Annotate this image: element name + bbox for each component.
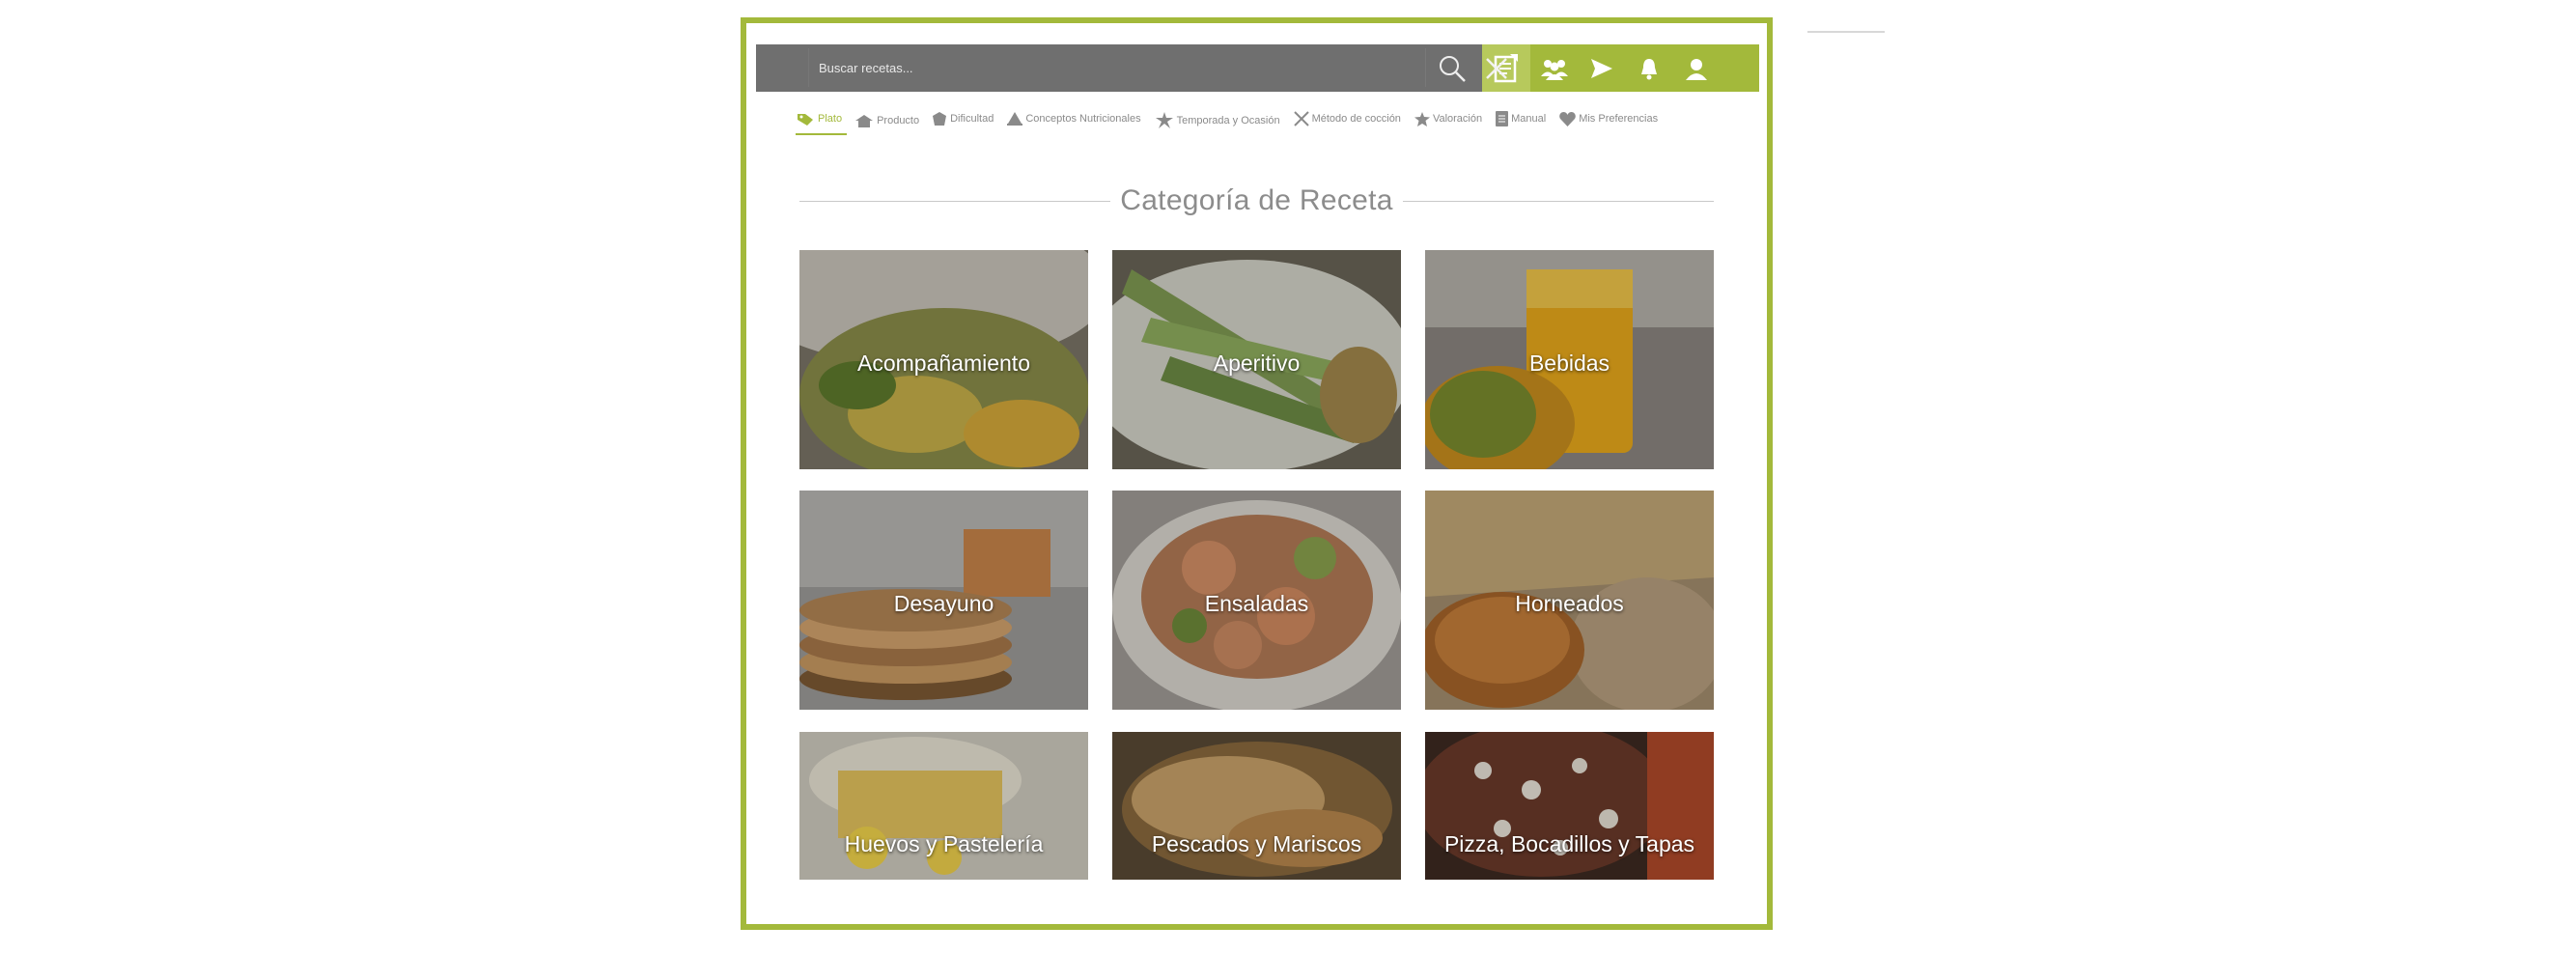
nav-item-conceptos-nutricionales[interactable]: Conceptos Nutricionales: [1005, 106, 1145, 133]
category-label: Horneados: [1515, 591, 1624, 616]
header-bar: [756, 44, 1759, 92]
nav-item-plato[interactable]: Plato: [796, 106, 848, 135]
community-button[interactable]: [1530, 44, 1578, 92]
search-button[interactable]: [1430, 44, 1474, 92]
category-image: [1425, 732, 1714, 880]
nav-item-label: Producto: [877, 115, 920, 126]
category-tile-horneados[interactable]: Horneados: [1425, 491, 1714, 710]
nav-item-label: Dificultad: [950, 113, 994, 125]
nav-item-temporada-ocasion[interactable]: Temporada y Ocasión: [1153, 106, 1285, 135]
nutrition-icon: [1007, 112, 1023, 126]
clear-search-button[interactable]: [1474, 44, 1519, 92]
heading-divider-right: [1402, 200, 1715, 202]
nav-item-dificultad[interactable]: Dificultad: [931, 106, 998, 133]
nav-item-label: Mis Preferencias: [1579, 113, 1659, 125]
season-icon: [1155, 112, 1173, 128]
search-icon: [1440, 55, 1466, 82]
category-tile-acompanamiento[interactable]: Acompañamiento: [799, 250, 1088, 469]
manual-icon: [1496, 111, 1509, 126]
section-heading: Categoría de Receta: [799, 184, 1715, 217]
heart-icon: [1559, 111, 1576, 126]
nav-item-label: Conceptos Nutricionales: [1025, 113, 1141, 125]
nav-item-label: Valoración: [1432, 113, 1483, 125]
nav-item-valoracion[interactable]: Valoración: [1413, 106, 1487, 133]
category-image: [1112, 732, 1401, 880]
search-bar: [756, 44, 1507, 92]
category-label: Desayuno: [893, 591, 994, 616]
top-divider: [1807, 31, 1885, 33]
product-icon: [855, 114, 874, 127]
bell-icon: [1640, 58, 1657, 79]
category-label: Pescados y Mariscos: [1151, 831, 1362, 856]
user-button[interactable]: [1672, 44, 1720, 92]
category-label: Bebidas: [1528, 351, 1610, 376]
category-tile-pescados-mariscos[interactable]: Pescados y Mariscos: [1112, 732, 1401, 880]
nav-item-label: Manual: [1511, 113, 1547, 125]
send-icon: [1590, 58, 1612, 78]
nav-item-producto[interactable]: Producto: [854, 106, 924, 135]
nav-item-manual[interactable]: Manual: [1494, 106, 1551, 133]
category-tile-desayuno[interactable]: Desayuno: [799, 491, 1088, 710]
utensils-icon: [1293, 111, 1309, 126]
heading-divider-left: [799, 200, 1111, 202]
nav-item-label: Método de cocción: [1311, 113, 1401, 125]
close-icon: [1486, 57, 1507, 79]
nav-item-label: Temporada y Ocasión: [1176, 115, 1280, 126]
category-tile-aperitivo[interactable]: Aperitivo: [1112, 250, 1401, 469]
category-tile-pizza-bocadillos-tapas[interactable]: Pizza, Bocadillos y Tapas: [1425, 732, 1714, 880]
app-frame: Plato Producto Dificultad Conceptos Nutr…: [741, 17, 1773, 930]
search-input[interactable]: [808, 48, 1426, 87]
category-tile-bebidas[interactable]: Bebidas: [1425, 250, 1714, 469]
community-icon: [1540, 59, 1568, 80]
tag-icon: [798, 113, 813, 126]
category-label: Ensaladas: [1204, 591, 1309, 616]
category-image: [799, 732, 1088, 880]
category-label: Aperitivo: [1213, 351, 1301, 376]
category-tile-ensaladas[interactable]: Ensaladas: [1112, 491, 1401, 710]
category-label: Huevos y Pastelería: [844, 831, 1044, 856]
user-icon: [1685, 58, 1707, 80]
nav-item-label: Plato: [818, 113, 843, 125]
category-tile-huevos-pasteleria[interactable]: Huevos y Pastelería: [799, 732, 1088, 880]
category-label: Acompañamiento: [857, 351, 1030, 376]
star-icon: [1414, 111, 1430, 126]
send-button[interactable]: [1578, 44, 1625, 92]
nav-item-metodo-coccion[interactable]: Método de cocción: [1292, 106, 1406, 133]
notifications-button[interactable]: [1625, 44, 1672, 92]
category-filter-nav: Plato Producto Dificultad Conceptos Nutr…: [796, 106, 1669, 139]
nav-item-mis-preferencias[interactable]: Mis Preferencias: [1557, 106, 1663, 133]
category-label: Pizza, Bocadillos y Tapas: [1443, 831, 1695, 856]
header-actions: [1482, 44, 1759, 92]
page-title: Categoría de Receta: [1120, 184, 1393, 216]
difficulty-icon: [933, 112, 947, 126]
